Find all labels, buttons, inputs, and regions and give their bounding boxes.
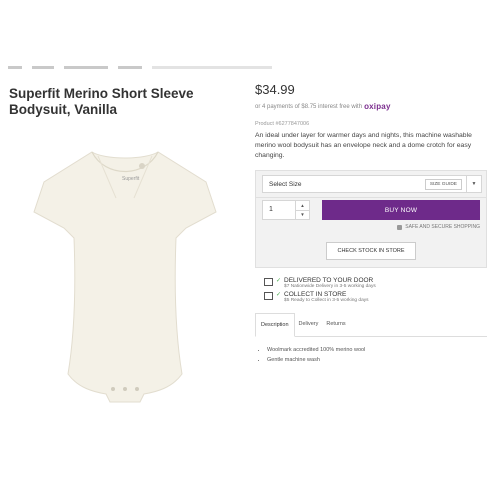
product-sku: Product #6277847006	[255, 121, 310, 127]
breadcrumb-item[interactable]	[64, 66, 108, 69]
quantity-input[interactable]: 1	[263, 201, 295, 219]
breadcrumb-item[interactable]	[32, 66, 54, 69]
delivery-option-sub: $7 Nationwide Delivery in 3-5 working da…	[284, 284, 376, 289]
product-panel: $34.99 or 4 payments of $8.75 interest f…	[255, 82, 487, 367]
breadcrumb-item[interactable]	[8, 66, 22, 69]
list-item: Woolmark accredited 100% merino wool	[267, 347, 487, 353]
size-guide-button[interactable]: SIZE GUIDE	[424, 178, 462, 190]
delivery-option-door: ✓ DELIVERED TO YOUR DOOR $7 Nationwide D…	[264, 277, 487, 289]
store-icon	[264, 292, 273, 300]
size-select[interactable]: Select Size SIZE GUIDE	[262, 175, 467, 193]
lock-icon	[397, 224, 403, 230]
feature-list: Woolmark accredited 100% merino wool Gen…	[255, 347, 487, 363]
quantity-steppers: ▲ ▼	[295, 201, 309, 219]
garment-label-text: Superfit	[122, 176, 140, 182]
secure-shopping-text: SAFE AND SECURE SHOPPING	[405, 224, 480, 230]
buy-row: 1 ▲ ▼ BUY NOW	[255, 198, 487, 224]
oxipay-logo[interactable]: oxipay	[364, 102, 391, 111]
chevron-up-icon[interactable]: ▲	[296, 201, 309, 210]
product-image[interactable]: Superfit	[10, 130, 240, 430]
check-icon: ✓	[276, 292, 282, 298]
installment-text: or 4 payments of $8.75 interest free wit…	[255, 103, 363, 110]
chevron-down-icon[interactable]: ▼	[467, 175, 482, 193]
delivery-options: ✓ DELIVERED TO YOUR DOOR $7 Nationwide D…	[255, 277, 487, 303]
check-stock-button[interactable]: CHECK STOCK IN STORE	[326, 241, 416, 260]
secure-shopping: SAFE AND SECURE SHOPPING	[255, 224, 487, 234]
installment-info: or 4 payments of $8.75 interest free wit…	[255, 102, 487, 111]
list-item: Gentle machine wash	[267, 357, 487, 363]
product-title: Superfit Merino Short Sleeve Bodysuit, V…	[9, 86, 194, 117]
check-icon: ✓	[276, 278, 282, 284]
product-tabs: Description Delivery Returns	[255, 313, 487, 337]
tab-returns[interactable]: Returns	[322, 313, 349, 336]
breadcrumb-item[interactable]	[118, 66, 142, 69]
breadcrumb	[8, 66, 272, 69]
price: $34.99	[255, 82, 295, 97]
delivery-option-sub: $5 Ready to Collect in 3-5 working days	[284, 298, 369, 303]
delivery-option-title: DELIVERED TO YOUR DOOR	[284, 277, 374, 284]
breadcrumb-current	[152, 66, 272, 69]
buy-now-button[interactable]: BUY NOW	[322, 200, 480, 220]
size-selector-row: Select Size SIZE GUIDE ▼	[255, 170, 487, 198]
tab-delivery[interactable]: Delivery	[295, 313, 323, 336]
quantity-stepper: 1 ▲ ▼	[262, 200, 310, 220]
delivery-option-title: COLLECT IN STORE	[284, 291, 347, 298]
chevron-down-icon[interactable]: ▼	[296, 209, 309, 220]
delivery-option-store: ✓ COLLECT IN STORE $5 Ready to Collect i…	[264, 291, 487, 303]
truck-icon	[264, 278, 273, 286]
product-description: An ideal under layer for warmer days and…	[255, 132, 472, 159]
tab-description[interactable]: Description	[255, 313, 295, 337]
size-select-label: Select Size	[269, 180, 302, 188]
stock-check-area: CHECK STOCK IN STORE	[255, 234, 487, 268]
